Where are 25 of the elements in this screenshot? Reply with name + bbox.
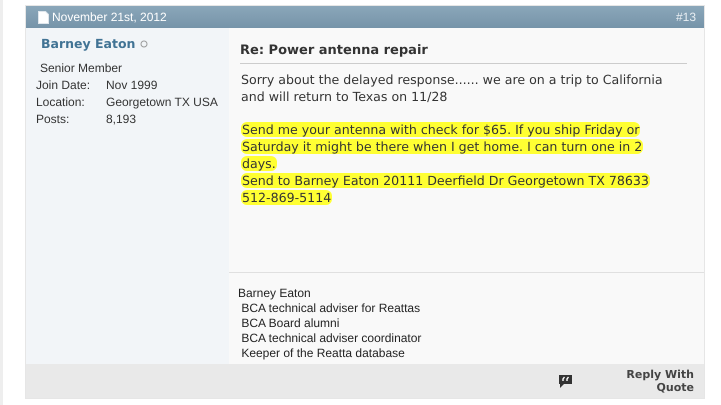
highlighted-text: Saturday it might be there when I get home. I can turn one in 2 (241, 139, 644, 154)
message-text: Sorry about the delayed response...... we are on a trip to California and will return to Texas on 11/28 (241, 71, 664, 105)
reply-with-quote-link[interactable]: Reply With Quote (614, 368, 694, 394)
detail-value: 8,193 (106, 111, 136, 128)
detail-label: Join Date: (36, 77, 92, 94)
document-icon (38, 10, 49, 24)
highlighted-text: days. (241, 156, 277, 171)
post-title: Re: Power antenna repair (240, 43, 687, 64)
highlighted-text: Send to Barney Eaton 20111 Deerfield Dr Georgetown TX 78633 (241, 173, 650, 188)
detail-label: Posts: (36, 111, 70, 128)
highlighted-text: Send me your antenna with check for $65. If you ship Friday or (241, 122, 640, 137)
highlighted-text: 512-869-5114 (241, 190, 332, 205)
post-date: November 21st, 2012 (52, 10, 167, 24)
signature-line: BCA technical adviser for Reattas (240, 301, 422, 316)
detail-value: Georgetown TX USA (106, 94, 218, 111)
username-link[interactable]: Barney Eaton (41, 36, 136, 51)
signature-line: Barney Eaton (238, 286, 312, 301)
detail-label: Location: (36, 94, 86, 111)
signature-line: Keeper of the Reatta database (240, 346, 406, 361)
user-rank: Senior Member (40, 61, 124, 75)
detail-value: Nov 1999 (106, 77, 158, 94)
signature-line: BCA Board alumni (240, 316, 340, 331)
post-number-link[interactable]: #13 (676, 10, 696, 24)
signature-line: BCA technical adviser coordinator (240, 331, 422, 346)
quote-bubble-icon (558, 374, 574, 388)
